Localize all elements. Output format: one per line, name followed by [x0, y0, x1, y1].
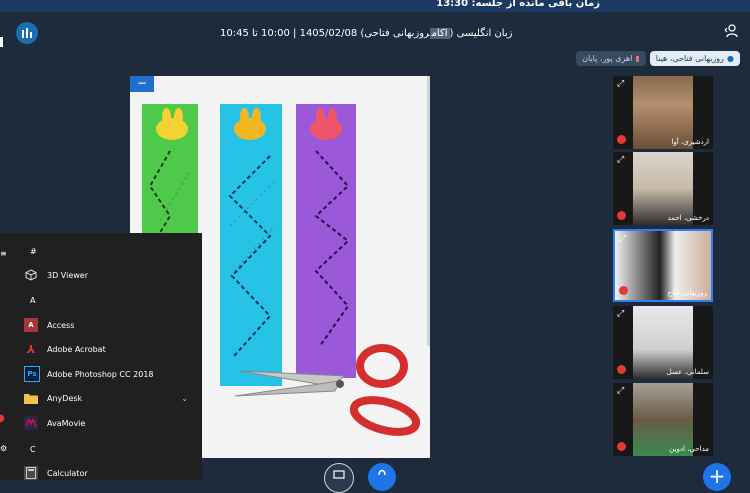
bars-icon	[22, 28, 32, 38]
app-logo[interactable]	[16, 22, 38, 44]
gear-icon[interactable]: ⚙	[0, 444, 7, 453]
meeting-title: زبان انگلیسی (اکامروزبهانی فتاحی) 1405/0…	[220, 28, 512, 39]
expand-icon[interactable]: ⤢	[617, 386, 624, 396]
expand-icon[interactable]: ⤢	[617, 309, 624, 319]
mic-muted-icon	[617, 442, 626, 451]
pinned-user-chip[interactable]: اهری پور، پایان ▮	[576, 51, 646, 66]
user-icon[interactable]	[724, 24, 738, 42]
expand-icon[interactable]: ⤢	[617, 155, 624, 165]
app-label: Access	[47, 320, 75, 330]
screen-share-icon	[333, 470, 345, 479]
section-letter[interactable]: C	[30, 445, 36, 454]
app-item-anydesk[interactable]: AnyDesk ⌄	[0, 388, 202, 408]
participant-tile[interactable]: ⤢ سلمانی، عسل	[613, 306, 713, 379]
pinned-users: اهری پور، پایان ▮ روزبهانی فتاحی، هینا ●	[576, 51, 740, 67]
scissors	[234, 344, 421, 436]
chip-label: اهری پور، پایان	[582, 54, 633, 63]
mic-muted-icon	[617, 135, 626, 144]
calculator-icon	[24, 466, 38, 480]
header: زبان انگلیسی (اکامروزبهانی فتاحی) 1405/0…	[0, 12, 750, 52]
participant-name: سلمانی، عسل	[666, 368, 709, 376]
pin-icon: ●	[727, 54, 734, 63]
title-part-1: زبان انگلیسی (	[449, 28, 513, 39]
expand-icon[interactable]: ⤢	[617, 79, 624, 89]
app-label: AnyDesk	[47, 393, 83, 403]
participant-tile-active[interactable]: ⤢ روزبهانی فتاح	[613, 229, 713, 302]
title-highlight: اکام	[429, 28, 450, 39]
avamovie-icon	[24, 416, 38, 430]
cube-icon	[24, 268, 38, 282]
photoshop-icon: Ps	[24, 366, 40, 382]
session-timer-text: زمان باقی مانده از جلسه: 13:30	[436, 0, 600, 9]
record-icon: ●	[0, 413, 5, 424]
app-label: Adobe Acrobat	[47, 344, 106, 354]
microphone-button[interactable]	[368, 463, 396, 491]
section-letter[interactable]: A	[30, 296, 35, 305]
app-item-access[interactable]: A Access	[0, 315, 202, 335]
access-icon: A	[24, 318, 38, 332]
start-menu: ≡ # 3D Viewer A A Access ⅄ Adobe Acrobat…	[0, 233, 202, 480]
title-part-2: روزبهانی فتاحی) 1405/02/08 | 10:00 تا 10…	[220, 28, 430, 39]
content-scrollbar[interactable]	[427, 76, 430, 346]
yellow-bunny	[154, 108, 190, 140]
chip-label: روزبهانی فتاحی، هینا	[655, 54, 725, 63]
app-item-adobe-acrobat[interactable]: ⅄ Adobe Acrobat	[0, 339, 202, 359]
orange-bunny	[232, 108, 268, 140]
app-item-photoshop[interactable]: Ps Adobe Photoshop CC 2018	[0, 364, 202, 384]
section-letter[interactable]: #	[30, 247, 37, 256]
app-item-3d-viewer[interactable]: 3D Viewer	[0, 265, 202, 285]
hamburger-icon[interactable]: ≡	[0, 249, 7, 258]
mic-muted-icon	[617, 365, 626, 374]
session-timer-bar: زمان باقی مانده از جلسه: 13:30	[0, 0, 750, 12]
participant-name: مداحی، ادوین	[669, 445, 709, 453]
participant-name: درخشی، احمد	[667, 214, 709, 222]
app-item-avamovie[interactable]: AvaMovie	[0, 413, 202, 433]
app-label: AvaMovie	[47, 418, 86, 428]
app-label: Calculator	[47, 468, 88, 478]
participant-tile[interactable]: ⤢ درخشی، احمد	[613, 152, 713, 225]
participant-tile[interactable]: ⤢ اردشیری، آوا	[613, 76, 713, 149]
app-label: 3D Viewer	[47, 270, 88, 280]
screen-share-button[interactable]	[324, 463, 354, 493]
menu-handle[interactable]	[0, 37, 3, 47]
mic-muted-icon	[619, 286, 628, 295]
app-item-calculator[interactable]: Calculator	[0, 463, 202, 483]
app-label: Adobe Photoshop CC 2018	[47, 369, 154, 379]
participant-tile[interactable]: ⤢ مداحی، ادوین	[613, 383, 713, 456]
folder-icon	[24, 391, 38, 405]
person-icon	[724, 24, 738, 38]
participant-name: اردشیری، آوا	[671, 138, 709, 146]
chevron-down-icon[interactable]: ⌄	[181, 394, 188, 403]
add-button[interactable]: +	[703, 463, 731, 491]
pink-bunny	[308, 108, 344, 140]
pinned-user-chip[interactable]: روزبهانی فتاحی، هینا ●	[649, 51, 740, 66]
mic-muted-icon	[617, 211, 626, 220]
participant-name: روزبهانی فتاح	[667, 289, 707, 297]
expand-icon[interactable]: ⤢	[619, 234, 626, 244]
microphone-icon	[378, 469, 386, 476]
pin-icon: ▮	[635, 54, 640, 63]
acrobat-icon: ⅄	[26, 342, 36, 356]
